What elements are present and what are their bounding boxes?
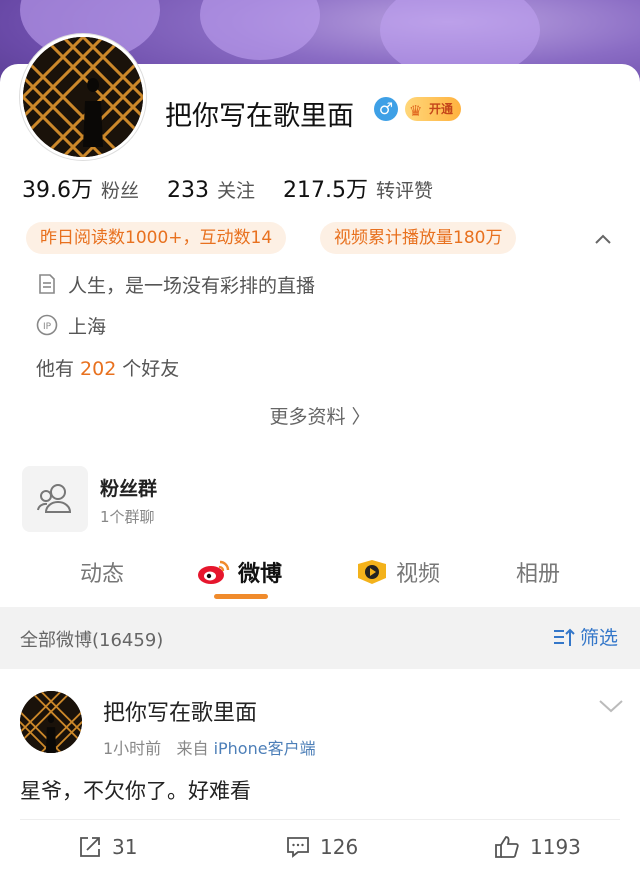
chevron-up-icon[interactable] <box>594 230 612 248</box>
tab-feed[interactable]: 动态 <box>80 556 124 588</box>
tab-album[interactable]: 相册 <box>516 556 560 588</box>
post-author-name[interactable]: 把你写在歌里面 <box>103 695 257 727</box>
male-icon: ♂ <box>374 97 398 121</box>
crown-icon: ♛ <box>409 102 423 120</box>
filter-icon <box>554 628 575 646</box>
chevron-down-icon[interactable] <box>598 697 624 715</box>
post-source-prefix: 来自 <box>176 739 209 758</box>
avatar[interactable] <box>20 34 146 160</box>
friends-row[interactable]: 他有 202 个好友 <box>36 354 179 381</box>
bio-text: 人生，是一场没有彩排的直播 <box>68 274 316 297</box>
interactions-label[interactable]: 转评赞 <box>376 176 433 203</box>
post-meta: 1小时前 来自 iPhone客户端 <box>103 735 316 759</box>
active-tab-indicator <box>214 594 268 599</box>
tab-video-label: 视频 <box>396 562 441 587</box>
post-time: 1小时前 <box>103 739 162 758</box>
weibo-logo-icon <box>198 560 230 584</box>
bio-row: 人生，是一场没有彩排的直播 <box>36 270 315 298</box>
post-divider <box>20 819 620 820</box>
followers-count[interactable]: 39.6万 <box>22 172 93 204</box>
ip-location-icon: IP <box>36 314 58 336</box>
comment-icon <box>287 837 309 858</box>
group-icon <box>37 484 72 513</box>
friends-suffix: 个好友 <box>122 358 180 380</box>
tab-album-label: 相册 <box>516 562 561 587</box>
vip-badge[interactable]: ♛ 开通 <box>405 97 462 121</box>
repost-button[interactable]: 31 <box>78 835 137 859</box>
document-icon <box>39 274 55 294</box>
comment-count: 126 <box>320 835 359 859</box>
tab-weibo[interactable]: 微博 <box>196 556 282 588</box>
like-count: 1193 <box>530 835 581 859</box>
filter-bar: 全部微博(16459) 筛选 <box>0 607 640 669</box>
repost-icon <box>80 837 100 857</box>
tab-weibo-label: 微博 <box>238 562 283 587</box>
fan-group-title[interactable]: 粉丝群 <box>100 474 157 501</box>
tab-video[interactable]: 视频 <box>356 556 440 588</box>
location-row: IP 上海 <box>36 311 106 339</box>
followers-label[interactable]: 粉丝 <box>101 176 139 203</box>
thumbs-up-icon <box>495 836 519 858</box>
video-icon <box>358 560 386 584</box>
fan-group-icon-tile[interactable] <box>22 466 88 532</box>
filter-button[interactable]: 筛选 <box>552 623 618 650</box>
following-label[interactable]: 关注 <box>217 176 255 203</box>
filter-label: 筛选 <box>580 627 619 649</box>
reading-stats-pill[interactable]: 昨日阅读数1000+，互动数14 <box>26 222 287 254</box>
profile-stats: 39.6万 粉丝 233 关注 217.5万 转评赞 <box>22 172 461 204</box>
interactions-count[interactable]: 217.5万 <box>283 172 368 204</box>
all-posts-count[interactable]: 全部微博(16459) <box>20 626 163 652</box>
post-source[interactable]: iPhone客户端 <box>214 739 316 758</box>
like-button[interactable]: 1193 <box>494 835 581 859</box>
location-text: 上海 <box>68 315 107 338</box>
friends-prefix: 他有 <box>36 358 75 380</box>
following-count[interactable]: 233 <box>167 178 209 203</box>
repost-count: 31 <box>112 835 138 859</box>
svg-text:IP: IP <box>43 322 52 332</box>
fan-group-subtitle: 1个群聊 <box>100 508 155 526</box>
weibo-post: 把你写在歌里面 1小时前 来自 iPhone客户端 星爷，不欠你了。好难看 31… <box>0 669 640 876</box>
vip-badge-label: 开通 <box>429 102 454 116</box>
tab-feed-label: 动态 <box>80 562 125 587</box>
profile-tabs: 动态 微博 视频 相册 <box>0 548 640 606</box>
post-author-avatar[interactable] <box>20 691 82 753</box>
post-text: 星爷，不欠你了。好难看 <box>20 779 251 803</box>
friends-count: 202 <box>80 358 117 380</box>
more-info-link[interactable]: 更多资料 〉 <box>0 402 640 429</box>
video-plays-pill[interactable]: 视频累计播放量180万 <box>320 222 517 254</box>
username: 把你写在歌里面 <box>165 101 354 132</box>
comment-button[interactable]: 126 <box>286 835 358 859</box>
